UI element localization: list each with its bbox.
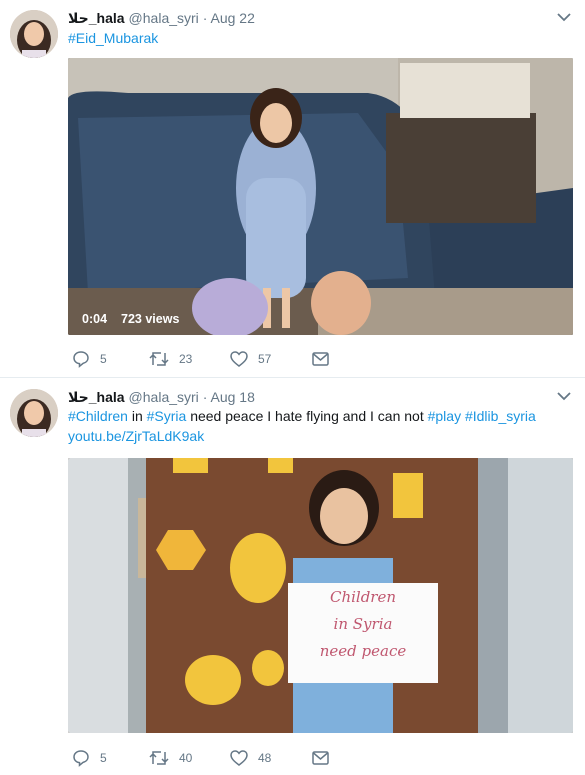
like-count: 48: [258, 751, 272, 765]
tweet-header: حلا_hala @hala_syri · Aug 22: [68, 9, 255, 27]
author-handle[interactable]: @hala_syri: [129, 10, 199, 26]
chevron-down-icon[interactable]: [557, 12, 571, 22]
video-info: 0:04 723 views: [82, 310, 179, 328]
tweet[interactable]: حلا_hala @hala_syri · Aug 18 #Children in…: [0, 379, 585, 775]
tweet-text-segment: need peace I hate flying and I can not: [186, 408, 428, 424]
url-link[interactable]: youtu.be/ZjrTaLdK9ak: [68, 428, 204, 444]
like-button[interactable]: 48: [230, 748, 271, 768]
avatar[interactable]: [10, 389, 58, 437]
reply-count: 5: [100, 352, 107, 366]
retweet-icon: [149, 751, 169, 765]
tweet-actions: 5 40 48: [68, 748, 368, 768]
separator-dot: ·: [202, 10, 208, 26]
retweet-count: 23: [179, 352, 193, 366]
hashtag-link[interactable]: #Idlib_syria: [465, 408, 536, 424]
chevron-down-icon[interactable]: [557, 391, 571, 401]
avatar[interactable]: [10, 10, 58, 58]
heart-icon: [230, 351, 248, 367]
tweet-date[interactable]: Aug 18: [210, 389, 254, 405]
video-duration: 0:04: [82, 312, 108, 326]
hashtag-link[interactable]: #play: [428, 408, 461, 424]
reply-icon: [73, 750, 89, 767]
reply-button[interactable]: 5: [72, 748, 107, 768]
hashtag-link[interactable]: #Syria: [147, 408, 187, 424]
retweet-button[interactable]: 23: [149, 349, 192, 369]
direct-message-icon: [312, 751, 329, 765]
retweet-icon: [149, 352, 169, 366]
direct-message-button[interactable]: [312, 748, 329, 768]
tweet-text: #Eid_Mubarak: [68, 28, 573, 48]
retweet-button[interactable]: 40: [149, 748, 192, 768]
tweet-text: #Children in #Syria need peace I hate fl…: [68, 406, 573, 446]
author-name[interactable]: حلا_hala: [68, 389, 125, 405]
video-player[interactable]: [68, 58, 573, 335]
hashtag-link[interactable]: #Eid_Mubarak: [68, 30, 158, 46]
like-button[interactable]: 57: [230, 349, 271, 369]
sign-line: in Syria: [333, 615, 393, 633]
retweet-count: 40: [179, 751, 193, 765]
tweet[interactable]: حلا_hala @hala_syri · Aug 22 #Eid_Mubarak: [0, 0, 585, 378]
like-count: 57: [258, 352, 272, 366]
sign-line: need peace: [319, 642, 407, 660]
reply-count: 5: [100, 751, 107, 765]
tweet-header: حلا_hala @hala_syri · Aug 18: [68, 388, 255, 406]
author-name[interactable]: حلا_hala: [68, 10, 125, 26]
author-handle[interactable]: @hala_syri: [129, 389, 199, 405]
hashtag-link[interactable]: #Children: [68, 408, 128, 424]
reply-button[interactable]: 5: [72, 349, 107, 369]
sign-line: Children: [329, 588, 397, 606]
video-views: 723 views: [121, 312, 180, 326]
heart-icon: [230, 750, 248, 766]
tweet-text-segment: in: [127, 408, 147, 424]
tweet-actions: 5 23 57: [68, 349, 368, 369]
direct-message-icon: [312, 352, 329, 366]
sign-text: Children in Syria need peace: [288, 584, 438, 665]
separator-dot: ·: [202, 389, 208, 405]
direct-message-button[interactable]: [312, 349, 329, 369]
tweet-date[interactable]: Aug 22: [210, 10, 254, 26]
reply-icon: [73, 351, 89, 368]
